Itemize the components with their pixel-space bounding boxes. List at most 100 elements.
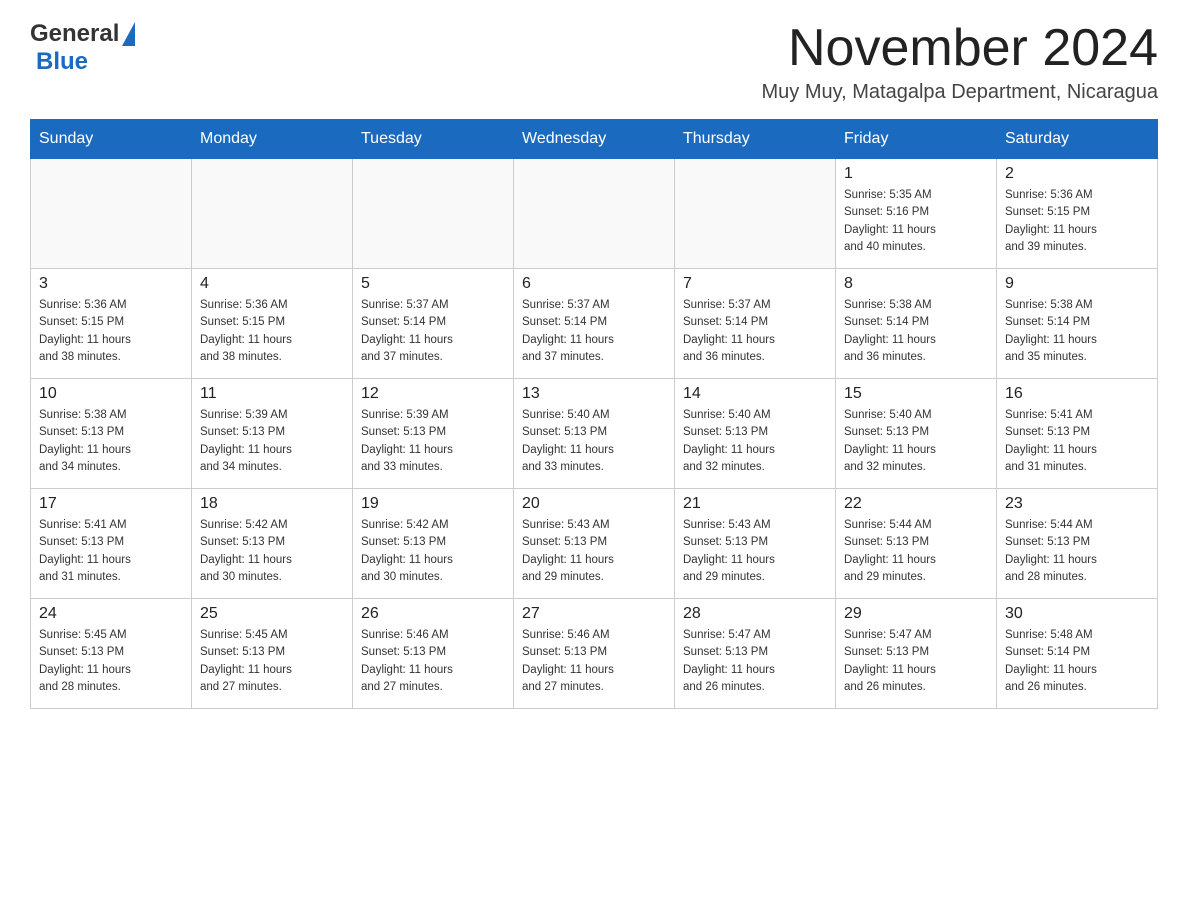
calendar-cell: 9Sunrise: 5:38 AM Sunset: 5:14 PM Daylig… [997,269,1158,379]
day-number: 10 [39,385,183,403]
day-info: Sunrise: 5:45 AM Sunset: 5:13 PM Dayligh… [39,627,183,696]
calendar-cell: 5 Sunrise: 5:37 AM Sunset: 5:14 PM Daylig… [353,269,514,379]
day-info: Sunrise: 5:38 AM Sunset: 5:13 PM Dayligh… [39,407,183,476]
calendar-cell: 26 Sunrise: 5:46 AM Sunset: 5:13 PM Dayli… [353,599,514,709]
day-number: 13 [522,385,666,403]
day-number: 25 [200,605,344,623]
day-info: Sunrise: 5:37 AM Sunset: 5:14 PM Dayligh… [361,297,505,366]
calendar-cell: 23 Sunrise: 5:44 AM Sunset: 5:13 PM Dayli… [997,489,1158,599]
day-number: 21 [683,495,827,513]
day-info: Sunrise: 5:46 AM Sunset: 5:13 PM Dayligh… [361,627,505,696]
day-info: Sunrise: 5:44 AM Sunset: 5:13 PM Dayligh… [844,517,988,586]
calendar-cell: 28 Sunrise: 5:47 AM Sunset: 5:13 PM Dayli… [675,599,836,709]
day-number: 6 [522,275,666,293]
day-info: Sunrise: 5:43 AM Sunset: 5:13 PM Dayligh… [522,517,666,586]
calendar-cell: 10 Sunrise: 5:38 AM Sunset: 5:13 PM Dayli… [31,379,192,489]
calendar-week-1: 1 Sunrise: 5:35 AM Sunset: 5:16 PM Daylig… [31,159,1158,269]
day-info: Sunrise: 5:40 AM Sunset: 5:13 PM Dayligh… [522,407,666,476]
day-info: Sunrise: 5:45 AM Sunset: 5:13 PM Dayligh… [200,627,344,696]
calendar-week-4: 17 Sunrise: 5:41 AM Sunset: 5:13 PM Dayli… [31,489,1158,599]
day-number: 22 [844,495,988,513]
calendar-header-sunday: Sunday [31,120,192,159]
title-section: November 2024 Muy Muy, Matagalpa Departm… [762,20,1158,104]
day-info: Sunrise: 5:41 AM Sunset: 5:13 PM Dayligh… [39,517,183,586]
day-number: 18 [200,495,344,513]
calendar-header-thursday: Thursday [675,120,836,159]
day-info: Sunrise: 5:42 AM Sunset: 5:13 PM Dayligh… [361,517,505,586]
calendar-cell: 8Sunrise: 5:38 AM Sunset: 5:14 PM Daylig… [836,269,997,379]
calendar-header-friday: Friday [836,120,997,159]
calendar-cell: 13 Sunrise: 5:40 AM Sunset: 5:13 PM Dayli… [514,379,675,489]
day-number: 1 [844,165,988,183]
day-info: Sunrise: 5:39 AM Sunset: 5:13 PM Dayligh… [200,407,344,476]
calendar-cell [675,159,836,269]
day-info: Sunrise: 5:46 AM Sunset: 5:13 PM Dayligh… [522,627,666,696]
calendar-cell: 2Sunrise: 5:36 AM Sunset: 5:15 PM Daylig… [997,159,1158,269]
day-info: Sunrise: 5:42 AM Sunset: 5:13 PM Dayligh… [200,517,344,586]
calendar-cell: 20 Sunrise: 5:43 AM Sunset: 5:13 PM Dayli… [514,489,675,599]
day-number: 28 [683,605,827,623]
calendar-cell: 4Sunrise: 5:36 AM Sunset: 5:15 PM Daylig… [192,269,353,379]
day-number: 2 [1005,165,1149,183]
calendar-header-tuesday: Tuesday [353,120,514,159]
calendar-cell: 24Sunrise: 5:45 AM Sunset: 5:13 PM Dayli… [31,599,192,709]
calendar-week-3: 10 Sunrise: 5:38 AM Sunset: 5:13 PM Dayli… [31,379,1158,489]
day-number: 5 [361,275,505,293]
day-number: 27 [522,605,666,623]
calendar-cell: 25 Sunrise: 5:45 AM Sunset: 5:13 PM Dayli… [192,599,353,709]
calendar-cell [31,159,192,269]
day-number: 9 [1005,275,1149,293]
calendar-header-saturday: Saturday [997,120,1158,159]
day-number: 3 [39,275,183,293]
day-info: Sunrise: 5:43 AM Sunset: 5:13 PM Dayligh… [683,517,827,586]
calendar-header-wednesday: Wednesday [514,120,675,159]
day-number: 15 [844,385,988,403]
day-number: 26 [361,605,505,623]
calendar-cell: 1 Sunrise: 5:35 AM Sunset: 5:16 PM Daylig… [836,159,997,269]
calendar-week-2: 3Sunrise: 5:36 AM Sunset: 5:15 PM Daylig… [31,269,1158,379]
calendar-cell [192,159,353,269]
day-number: 11 [200,385,344,403]
day-number: 30 [1005,605,1149,623]
day-number: 20 [522,495,666,513]
calendar-cell: 16 Sunrise: 5:41 AM Sunset: 5:13 PM Dayli… [997,379,1158,489]
day-number: 14 [683,385,827,403]
day-info: Sunrise: 5:48 AM Sunset: 5:14 PM Dayligh… [1005,627,1149,696]
day-info: Sunrise: 5:40 AM Sunset: 5:13 PM Dayligh… [844,407,988,476]
day-info: Sunrise: 5:41 AM Sunset: 5:13 PM Dayligh… [1005,407,1149,476]
calendar-cell: 29Sunrise: 5:47 AM Sunset: 5:13 PM Dayli… [836,599,997,709]
calendar-cell: 15 Sunrise: 5:40 AM Sunset: 5:13 PM Dayli… [836,379,997,489]
day-number: 19 [361,495,505,513]
calendar-cell: 27 Sunrise: 5:46 AM Sunset: 5:13 PM Dayli… [514,599,675,709]
day-number: 4 [200,275,344,293]
logo: General Blue [30,20,135,76]
calendar-cell: 17 Sunrise: 5:41 AM Sunset: 5:13 PM Dayli… [31,489,192,599]
day-info: Sunrise: 5:40 AM Sunset: 5:13 PM Dayligh… [683,407,827,476]
calendar-cell: 7 Sunrise: 5:37 AM Sunset: 5:14 PM Daylig… [675,269,836,379]
calendar-cell [353,159,514,269]
page-header: General Blue November 2024 Muy Muy, Mata… [30,20,1158,104]
day-info: Sunrise: 5:39 AM Sunset: 5:13 PM Dayligh… [361,407,505,476]
day-number: 17 [39,495,183,513]
calendar-table: SundayMondayTuesdayWednesdayThursdayFrid… [30,119,1158,709]
day-number: 29 [844,605,988,623]
logo-general-text: General [30,20,119,48]
day-info: Sunrise: 5:35 AM Sunset: 5:16 PM Dayligh… [844,187,988,256]
day-info: Sunrise: 5:38 AM Sunset: 5:14 PM Dayligh… [844,297,988,366]
month-title: November 2024 [762,20,1158,77]
day-info: Sunrise: 5:37 AM Sunset: 5:14 PM Dayligh… [683,297,827,366]
calendar-cell: 11 Sunrise: 5:39 AM Sunset: 5:13 PM Dayli… [192,379,353,489]
day-number: 23 [1005,495,1149,513]
calendar-cell: 30 Sunrise: 5:48 AM Sunset: 5:14 PM Dayli… [997,599,1158,709]
day-info: Sunrise: 5:37 AM Sunset: 5:14 PM Dayligh… [522,297,666,366]
calendar-cell [514,159,675,269]
calendar-cell: 6 Sunrise: 5:37 AM Sunset: 5:14 PM Daylig… [514,269,675,379]
calendar-cell: 22 Sunrise: 5:44 AM Sunset: 5:13 PM Dayli… [836,489,997,599]
day-number: 16 [1005,385,1149,403]
calendar-cell: 19 Sunrise: 5:42 AM Sunset: 5:13 PM Dayli… [353,489,514,599]
logo-triangle-icon [122,22,135,46]
day-info: Sunrise: 5:47 AM Sunset: 5:13 PM Dayligh… [683,627,827,696]
day-info: Sunrise: 5:44 AM Sunset: 5:13 PM Dayligh… [1005,517,1149,586]
day-number: 7 [683,275,827,293]
location-title: Muy Muy, Matagalpa Department, Nicaragua [762,81,1158,104]
